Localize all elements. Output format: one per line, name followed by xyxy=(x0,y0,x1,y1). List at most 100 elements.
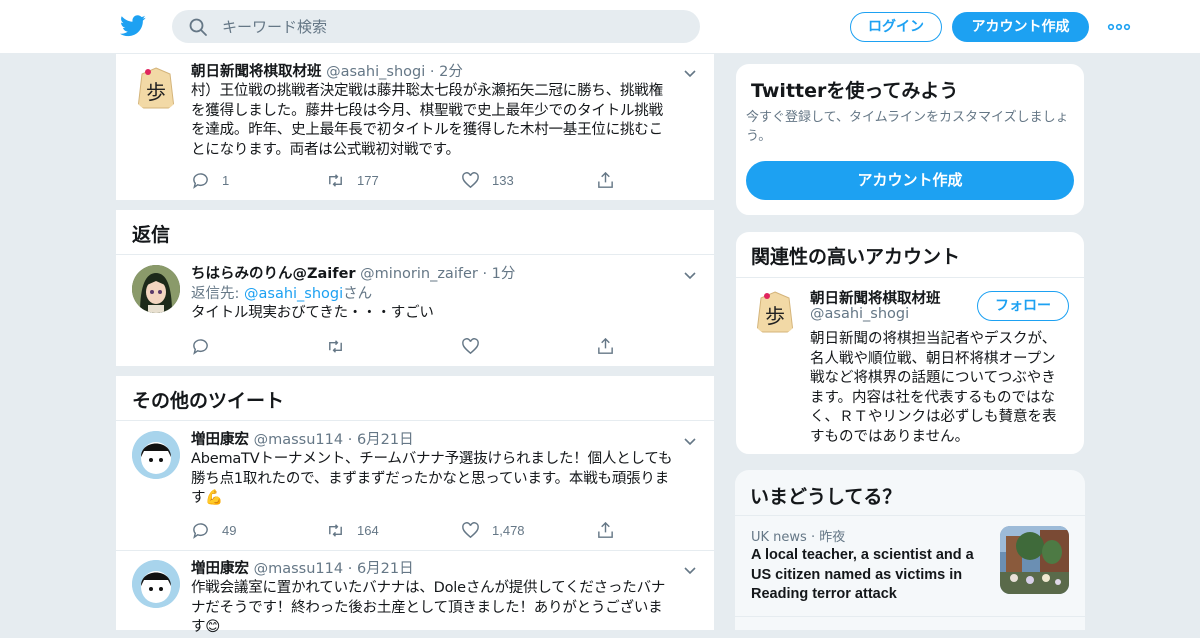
separator-dot: · xyxy=(482,266,488,282)
section-title-more-tweets: その他のツイート xyxy=(132,390,285,412)
reply-icon xyxy=(193,338,208,355)
tweet-header: 増田康宏 @massu114 · 6月21日 xyxy=(191,559,701,579)
cartoon-face-avatar-icon xyxy=(132,431,180,479)
divider xyxy=(116,254,716,255)
trends-card: いまどうしてる？ UK news · 昨夜 A local teacher, a… xyxy=(735,470,1085,630)
retweet-icon xyxy=(329,173,342,187)
avatar[interactable]: 歩 xyxy=(132,64,180,112)
trend-headline[interactable]: A local teacher, a scientist and a US ci… xyxy=(751,546,986,605)
avatar[interactable] xyxy=(132,431,180,479)
retweet-count: 164 xyxy=(357,522,379,538)
reply-count: 49 xyxy=(222,522,237,538)
like-count: 1,478 xyxy=(492,522,525,538)
avatar[interactable]: 歩 xyxy=(751,288,799,336)
related-account-handle[interactable]: @asahi_shogi xyxy=(810,306,909,322)
login-button[interactable]: ログイン xyxy=(850,12,942,42)
section-title-replies: 返信 xyxy=(132,224,171,246)
heart-icon xyxy=(462,171,479,188)
divider xyxy=(735,515,1085,516)
related-account-bio: 朝日新聞の将棋担当記者やデスクが、 名人戦や順位戦、朝日杯将棋オープン 戦など将… xyxy=(810,331,1057,445)
heart-icon xyxy=(462,521,479,538)
tweet-author-handle[interactable]: @massu114 xyxy=(254,432,344,448)
reply-to-link[interactable]: @asahi_shogi xyxy=(244,286,343,302)
search-box[interactable] xyxy=(172,10,700,43)
more-options-icon[interactable] xyxy=(1107,18,1131,36)
tweet-actions: 49 164 1,478 xyxy=(191,520,621,540)
reply-button[interactable] xyxy=(191,336,210,356)
tweet-timestamp[interactable]: 1分 xyxy=(492,266,516,282)
tweet-header: 朝日新聞将棋取材班 @asahi_shogi · 2分 xyxy=(191,62,701,82)
related-account-name[interactable]: 朝日新聞将棋取材班 xyxy=(810,287,941,308)
news-photo-thumbnail-icon xyxy=(1000,526,1069,594)
retweet-button[interactable]: 177 xyxy=(326,170,379,190)
search-icon xyxy=(189,18,207,36)
tweet-author-name[interactable]: 朝日新聞将棋取材班 xyxy=(191,64,322,80)
replies-section: 返信 ちはらみのりん@Zaifer @minorin_zaifer · 1分 返… xyxy=(115,210,716,366)
divider xyxy=(736,277,1084,278)
divider xyxy=(735,616,1085,617)
tweet-actions: 1 177 133 xyxy=(191,170,621,190)
trends-title: いまどうしてる？ xyxy=(750,486,902,508)
like-button[interactable]: 133 xyxy=(461,170,514,190)
tweet-author-name[interactable]: ちはらみのりん@Zaifer xyxy=(191,266,356,282)
signup-button[interactable]: アカウント作成 xyxy=(952,12,1089,42)
reply-button[interactable]: 49 xyxy=(191,520,236,540)
tweet-timestamp[interactable]: 2分 xyxy=(439,64,463,80)
create-account-button[interactable]: アカウント作成 xyxy=(746,161,1074,200)
separator-dot: · xyxy=(347,561,353,577)
trend-meta: UK news · 昨夜 xyxy=(751,530,846,545)
tweet-author-name[interactable]: 増田康宏 xyxy=(191,432,249,448)
avatar[interactable] xyxy=(132,560,180,608)
top-navigation-bar: ログイン アカウント作成 xyxy=(0,0,1200,54)
reply-button[interactable]: 1 xyxy=(191,170,229,190)
svg-text:歩: 歩 xyxy=(146,80,166,104)
retweet-icon xyxy=(329,339,342,353)
shogi-piece-avatar-icon: 歩 xyxy=(137,67,175,109)
related-accounts-card: 関連性の高いアカウント 歩 朝日新聞将棋取材班 @asahi_shogi フォロ… xyxy=(735,231,1085,455)
twitter-bird-icon[interactable] xyxy=(120,14,146,38)
tweet-author-name[interactable]: 増田康宏 xyxy=(191,561,249,577)
tweet-author-handle[interactable]: @minorin_zaifer xyxy=(360,266,478,282)
tweet-timestamp[interactable]: 6月21日 xyxy=(357,432,414,448)
chevron-down-icon[interactable] xyxy=(682,563,698,579)
reply-icon xyxy=(193,522,208,539)
reply-count: 1 xyxy=(222,172,230,188)
tweet-card[interactable]: 歩 朝日新聞将棋取材班 @asahi_shogi · 2分 村）王位戦の挑戦者決… xyxy=(115,54,715,200)
chevron-down-icon[interactable] xyxy=(682,66,698,82)
avatar[interactable] xyxy=(132,265,180,313)
tweet-text: 作戦会議室に置かれていたバナナは、Doleさんが提供してくださったバナ ナだそう… xyxy=(191,580,666,636)
chevron-down-icon[interactable] xyxy=(682,434,698,450)
follow-button[interactable]: フォロー xyxy=(977,291,1069,321)
retweet-button[interactable]: 164 xyxy=(326,520,379,540)
like-button[interactable] xyxy=(461,336,480,356)
tweet-actions xyxy=(191,336,621,356)
divider xyxy=(116,420,716,421)
chevron-down-icon[interactable] xyxy=(682,268,698,284)
reply-context: 返信先: @asahi_shogiさん xyxy=(191,286,373,302)
heart-icon xyxy=(462,337,479,354)
tweet-timestamp[interactable]: 6月21日 xyxy=(357,561,414,577)
separator-dot: · xyxy=(429,64,435,80)
divider xyxy=(116,550,716,551)
tweet-header: 増田康宏 @massu114 · 6月21日 xyxy=(191,430,701,450)
share-icon xyxy=(598,171,613,188)
tweet-author-handle[interactable]: @asahi_shogi xyxy=(326,64,425,80)
anime-character-avatar-icon xyxy=(132,265,180,313)
signup-card-subtitle: 今すぐ登録して、タイムラインをカスタマイズしましょ う。 xyxy=(746,110,1069,144)
trend-thumbnail[interactable] xyxy=(1000,526,1069,594)
search-input[interactable] xyxy=(222,10,682,43)
share-button[interactable] xyxy=(596,170,615,190)
reply-icon xyxy=(193,172,208,189)
retweet-count: 177 xyxy=(357,172,379,188)
like-button[interactable]: 1,478 xyxy=(461,520,525,540)
shogi-piece-avatar-icon: 歩 xyxy=(756,291,794,333)
main-timeline: 歩 朝日新聞将棋取材班 @asahi_shogi · 2分 村）王位戦の挑戦者決… xyxy=(115,54,716,635)
retweet-icon xyxy=(329,523,342,537)
share-button[interactable] xyxy=(596,336,615,356)
retweet-button[interactable] xyxy=(326,336,345,356)
share-button[interactable] xyxy=(596,520,615,540)
tweet-text: 村）王位戦の挑戦者決定戦は藤井聡太七段が永瀬拓矢二冠に勝ち、挑戦権 を獲得しまし… xyxy=(191,83,663,158)
like-count: 133 xyxy=(492,172,514,188)
tweet-author-handle[interactable]: @massu114 xyxy=(254,561,344,577)
separator-dot: · xyxy=(347,432,353,448)
